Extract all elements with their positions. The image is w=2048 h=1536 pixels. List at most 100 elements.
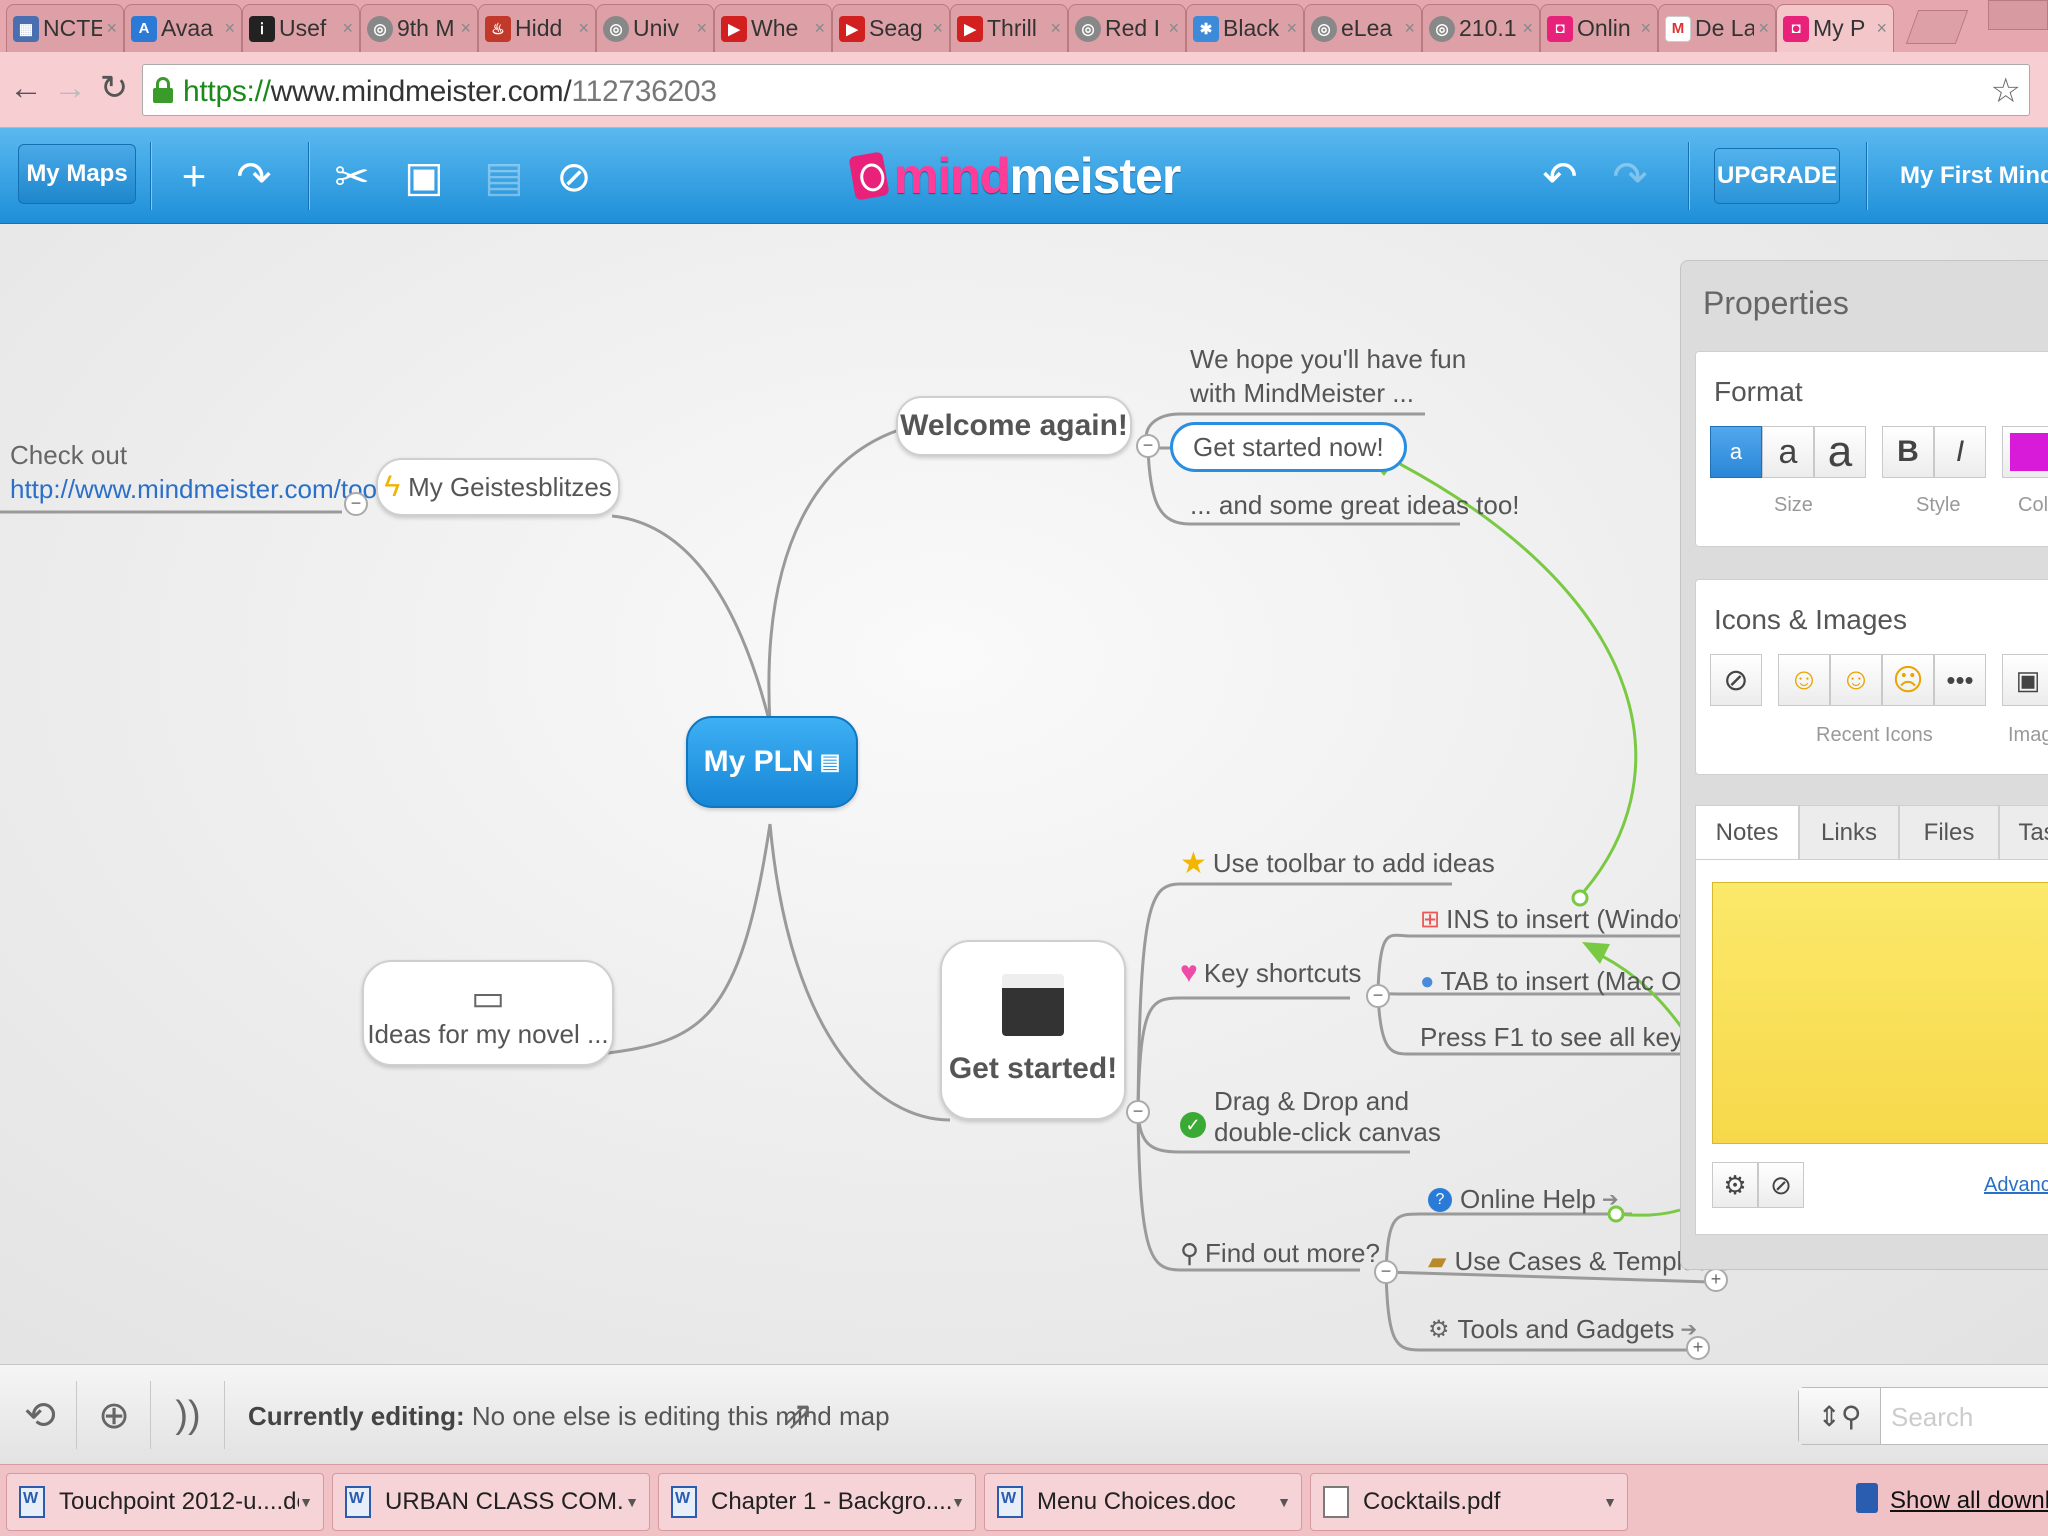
- redo-icon[interactable]: ↷: [1604, 148, 1656, 204]
- tab-tasks[interactable]: Tas: [1999, 805, 2048, 859]
- collapse-toggle[interactable]: −: [1366, 984, 1390, 1008]
- get-started-node[interactable]: Get started!: [940, 940, 1126, 1120]
- tools-link[interactable]: http://www.mindmeister.com/tools: [10, 474, 396, 505]
- smiley-neutral-icon[interactable]: ☺: [1830, 654, 1882, 706]
- tab-close-icon[interactable]: ×: [1758, 18, 1769, 39]
- zoom-icon[interactable]: ⊕: [90, 1391, 138, 1439]
- find-out-node[interactable]: ⚲ Find out more?: [1180, 1238, 1380, 1269]
- browser-tab[interactable]: ◎ 9th M ×: [360, 4, 478, 52]
- geistesblitzes-node[interactable]: ϟ My Geistesblitzes: [376, 458, 620, 516]
- smiley-happy-icon[interactable]: ☺: [1778, 654, 1830, 706]
- drag-drop-node[interactable]: ✓ Drag & Drop and double-click canvas: [1180, 1086, 1441, 1148]
- download-item[interactable]: Touchpoint 2012-u....docx▼: [6, 1473, 324, 1531]
- back-arrow-icon[interactable]: ←: [6, 66, 46, 110]
- italic-button[interactable]: I: [1934, 426, 1986, 478]
- tab-close-icon[interactable]: ×: [1640, 18, 1651, 39]
- download-item[interactable]: Cocktails.pdf ▼: [1310, 1473, 1628, 1531]
- browser-tab[interactable]: ♨ Hidd ×: [478, 4, 596, 52]
- tab-mac-node[interactable]: ● TAB to insert (Mac OS): [1420, 966, 1707, 997]
- url-input[interactable]: https://www.mindmeister.com/112736203 ☆: [142, 64, 2030, 116]
- chevron-down-icon[interactable]: ▼: [1603, 1494, 1617, 1510]
- tab-close-icon[interactable]: ×: [460, 18, 471, 39]
- browser-tab[interactable]: ✱ Black ×: [1186, 4, 1304, 52]
- chevron-down-icon[interactable]: ▼: [951, 1494, 965, 1510]
- paste-icon[interactable]: ▤: [478, 148, 530, 204]
- collapse-toggle[interactable]: −: [1374, 1260, 1398, 1284]
- download-item[interactable]: URBAN CLASS COM....doc▼: [332, 1473, 650, 1531]
- my-maps-button[interactable]: My Maps: [18, 144, 136, 204]
- chevron-down-icon[interactable]: ▼: [299, 1494, 313, 1510]
- more-icons-button[interactable]: •••: [1934, 654, 1986, 706]
- smiley-sad-icon[interactable]: ☹: [1882, 654, 1934, 706]
- browser-tab[interactable]: ◎ 210.1 ×: [1422, 4, 1540, 52]
- browser-tab[interactable]: ▶ Thrill ×: [950, 4, 1068, 52]
- tab-close-icon[interactable]: ×: [1404, 18, 1415, 39]
- use-toolbar-node[interactable]: ★ Use toolbar to add ideas: [1180, 846, 1495, 881]
- expand-toggle[interactable]: +: [1686, 1336, 1710, 1360]
- search-input[interactable]: Search: [1891, 1402, 1973, 1433]
- tab-files[interactable]: Files: [1899, 805, 1999, 859]
- tab-close-icon[interactable]: ×: [1876, 18, 1887, 39]
- reload-icon[interactable]: ↻: [94, 66, 134, 110]
- tab-close-icon[interactable]: ×: [106, 18, 117, 39]
- window-minimize-button[interactable]: [1988, 0, 2048, 30]
- browser-tab[interactable]: ◎ Univ ×: [596, 4, 714, 52]
- no-icon-button[interactable]: ⊘: [1710, 654, 1762, 706]
- font-size-medium-button[interactable]: a: [1762, 426, 1814, 478]
- chevron-down-icon[interactable]: ▼: [625, 1494, 639, 1510]
- bookmark-star-icon[interactable]: ☆: [1991, 71, 2021, 111]
- gear-icon[interactable]: ⚙: [1712, 1162, 1758, 1208]
- hope-text-line2[interactable]: with MindMeister ...: [1190, 378, 1414, 409]
- browser-tab[interactable]: A Avaa ×: [124, 4, 242, 52]
- tools-gadgets-node[interactable]: ⚙ Tools and Gadgets ➔: [1428, 1314, 1697, 1345]
- history-icon[interactable]: ⟲: [16, 1391, 64, 1439]
- tab-close-icon[interactable]: ×: [224, 18, 235, 39]
- browser-tab[interactable]: ◎ eLea ×: [1304, 4, 1422, 52]
- search-icon[interactable]: ⇕⚲: [1799, 1388, 1881, 1444]
- tab-links[interactable]: Links: [1799, 805, 1899, 859]
- welcome-node[interactable]: Welcome again!: [896, 396, 1132, 456]
- get-started-now-node[interactable]: Get started now!: [1170, 422, 1407, 472]
- collapse-toggle[interactable]: −: [344, 492, 368, 516]
- browser-tab[interactable]: ▶ Whe ×: [714, 4, 832, 52]
- rss-icon[interactable]: )): [164, 1391, 212, 1439]
- download-item[interactable]: Chapter 1 - Backgro....doc▼: [658, 1473, 976, 1531]
- collapse-toggle[interactable]: −: [1126, 1100, 1150, 1124]
- add-idea-icon[interactable]: +: [168, 148, 220, 204]
- copy-icon[interactable]: ▣: [398, 148, 450, 204]
- tab-close-icon[interactable]: ×: [1286, 18, 1297, 39]
- upgrade-button[interactable]: UPGRADE: [1714, 148, 1840, 204]
- tab-notes[interactable]: Notes: [1695, 805, 1799, 859]
- browser-tab[interactable]: M De La ×: [1658, 4, 1776, 52]
- color-button[interactable]: [2002, 426, 2048, 478]
- delete-icon[interactable]: ⊘: [548, 148, 600, 204]
- expand-toggle[interactable]: +: [1704, 1268, 1728, 1292]
- root-node[interactable]: My PLN ▤: [686, 716, 858, 808]
- online-help-node[interactable]: ? Online Help ➔: [1428, 1184, 1619, 1215]
- map-search[interactable]: ⇕⚲ Search: [1798, 1387, 2048, 1445]
- browser-tab[interactable]: ◘ Onlin ×: [1540, 4, 1658, 52]
- browser-tab[interactable]: ◎ Red I ×: [1068, 4, 1186, 52]
- new-tab-button[interactable]: [1905, 10, 1969, 44]
- novel-node[interactable]: ▭ Ideas for my novel ...: [362, 960, 614, 1066]
- font-size-small-button[interactable]: a: [1710, 426, 1762, 478]
- font-size-large-button[interactable]: a: [1814, 426, 1866, 478]
- tab-close-icon[interactable]: ×: [932, 18, 943, 39]
- ins-node[interactable]: ⊞ INS to insert (Windows): [1420, 904, 1719, 935]
- advanced-link[interactable]: Advance: [1984, 1174, 2048, 1197]
- notes-editor[interactable]: [1712, 882, 2048, 1144]
- browser-tab[interactable]: ⅰ Usef ×: [242, 4, 360, 52]
- map-name-menu[interactable]: My First Mind Ma: [1900, 162, 2048, 190]
- show-all-downloads-link[interactable]: Show all download: [1890, 1487, 2048, 1515]
- hope-text-line1[interactable]: We hope you'll have fun: [1190, 344, 1466, 375]
- collapse-toggle[interactable]: −: [1136, 434, 1160, 458]
- tab-close-icon[interactable]: ×: [814, 18, 825, 39]
- check-out-text[interactable]: Check out: [10, 440, 127, 471]
- image-icon[interactable]: ▣: [2002, 654, 2048, 706]
- share-icon[interactable]: ⇗: [774, 1391, 822, 1439]
- tab-close-icon[interactable]: ×: [1050, 18, 1061, 39]
- forward-arrow-icon[interactable]: →: [50, 66, 90, 110]
- key-shortcuts-node[interactable]: ♥ Key shortcuts: [1180, 956, 1361, 990]
- tab-close-icon[interactable]: ×: [1168, 18, 1179, 39]
- tab-close-icon[interactable]: ×: [1522, 18, 1533, 39]
